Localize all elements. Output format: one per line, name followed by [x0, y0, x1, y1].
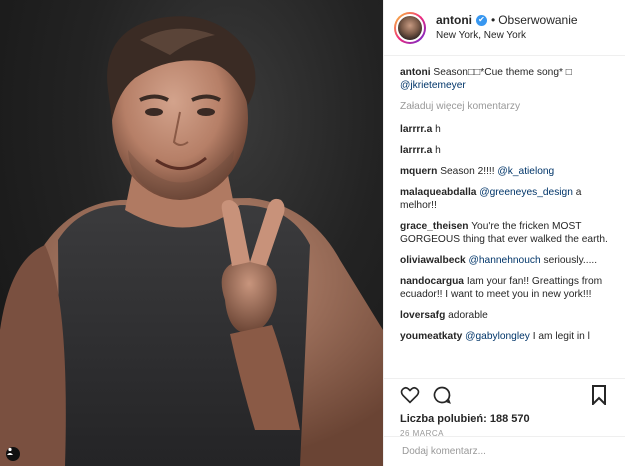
verified-badge-icon: ✔: [476, 14, 487, 26]
comment-item: nandocargua Iam your fan!! Greattings fr…: [400, 275, 617, 301]
comment-username[interactable]: mquern: [400, 166, 437, 177]
portrait-illustration: [0, 16, 383, 466]
caption-text: Season□□*Cue theme song* □: [433, 67, 572, 78]
load-more-comments-button[interactable]: Załaduj więcej komentarzy: [400, 100, 617, 113]
comment-mention[interactable]: @greeneyes_design: [479, 187, 573, 198]
comment-mention[interactable]: @gabylongley: [465, 331, 530, 342]
comment-item: youmeatkaty @gabylongley I am legit in l: [400, 330, 617, 343]
comment-username[interactable]: nandocargua: [400, 276, 464, 287]
comment-item: mquern Season 2!!!! @k_atielong: [400, 165, 617, 178]
post-actions: Liczba polubień: 188 570 26 MARCA: [384, 378, 625, 466]
comment-text: seriously.....: [543, 255, 598, 266]
comment-item: larrrr.a h: [400, 144, 617, 157]
comment-username[interactable]: larrrr.a: [400, 145, 432, 156]
post-photo[interactable]: [0, 0, 383, 466]
instagram-post: antoni ✔ • Obserwowanie New York, New Yo…: [0, 0, 625, 466]
header-username[interactable]: antoni: [436, 13, 472, 28]
comment-item: larrrr.a h: [400, 123, 617, 136]
comment-username[interactable]: malaqueabdalla: [400, 187, 476, 198]
caption-username[interactable]: antoni: [400, 67, 431, 78]
likes-count[interactable]: Liczba polubień: 188 570: [400, 413, 609, 425]
comments-list[interactable]: antoni Season□□*Cue theme song* □ @jkrie…: [384, 56, 625, 378]
comment-text: I am legit in l: [532, 331, 590, 342]
bookmark-icon[interactable]: [589, 385, 609, 405]
comment-username[interactable]: larrrr.a: [400, 124, 432, 135]
comment-item: oliviawalbeck @hannehnouch seriously....…: [400, 254, 617, 267]
user-tag-icon[interactable]: [6, 447, 20, 461]
comment-text: h: [435, 145, 441, 156]
header-separator: •: [491, 12, 496, 27]
comment-item: grace_theisen You're the fricken MOST GO…: [400, 220, 617, 246]
comment-item: malaqueabdalla @greeneyes_design a melho…: [400, 186, 617, 212]
comment-items: larrrr.a h larrrr.a h mquern Season 2!!!! …: [400, 123, 617, 343]
comment-text: h: [435, 124, 441, 135]
post-side-panel: antoni ✔ • Obserwowanie New York, New Yo…: [383, 0, 625, 466]
comment-username[interactable]: oliviawalbeck: [400, 255, 466, 266]
comment-username[interactable]: grace_theisen: [400, 221, 469, 232]
comment-text: adorable: [448, 310, 488, 321]
comment-mention[interactable]: @hannehnouch: [469, 255, 541, 266]
add-comment-input[interactable]: [400, 445, 609, 458]
comment-username[interactable]: youmeatkaty: [400, 331, 462, 342]
follow-button[interactable]: Obserwowanie: [498, 13, 577, 28]
comment-text: Season 2!!!!: [440, 166, 495, 177]
heart-icon[interactable]: [400, 385, 420, 405]
comment-mention[interactable]: @k_atielong: [497, 166, 554, 177]
caption-mention[interactable]: @jkrietemeyer: [400, 80, 466, 91]
comment-item: loversafg adorable: [400, 309, 617, 322]
comment-icon[interactable]: [432, 385, 452, 405]
caption: antoni Season□□*Cue theme song* □ @jkrie…: [400, 66, 617, 92]
post-location[interactable]: New York, New York: [436, 28, 578, 43]
add-comment-bar: [384, 436, 625, 466]
comment-username[interactable]: loversafg: [400, 310, 445, 321]
avatar[interactable]: [394, 11, 426, 44]
post-header: antoni ✔ • Obserwowanie New York, New Yo…: [384, 0, 625, 56]
